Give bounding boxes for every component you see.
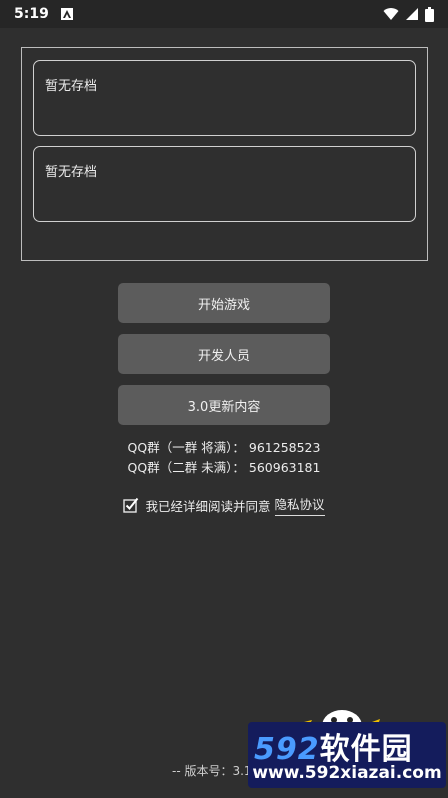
status-bar: 5:19 bbox=[0, 0, 448, 28]
qq-group-1: QQ群（一群 将满）： 961258523 bbox=[127, 440, 321, 455]
agreement-text: 我已经详细阅读并同意 bbox=[145, 498, 271, 514]
main-menu-screen: 5:19 暂无存档 暂无存档 开始游戏 开发人员 3.0更新内容 QQ群（一群 … bbox=[0, 0, 448, 798]
watermark-number: 592 bbox=[254, 732, 320, 767]
battery-icon bbox=[425, 6, 434, 22]
agreement-checkbox[interactable] bbox=[123, 497, 139, 513]
developers-button[interactable]: 开发人员 bbox=[118, 334, 330, 374]
save-slot-label: 暂无存档 bbox=[45, 79, 98, 94]
signal-icon bbox=[406, 8, 418, 20]
app-notification-icon bbox=[60, 8, 73, 20]
save-slot-1[interactable]: 暂无存档 bbox=[33, 60, 416, 136]
watermark-brand: 软件园 bbox=[319, 732, 413, 767]
watermark-logo: 592软件园 www.592xiazai.com bbox=[248, 722, 446, 788]
wifi-icon bbox=[383, 8, 399, 20]
save-panel: 暂无存档 暂无存档 bbox=[21, 47, 428, 261]
agreement-row: 我已经详细阅读并同意 隐私协议 bbox=[0, 494, 448, 516]
privacy-policy-link[interactable]: 隐私协议 bbox=[274, 494, 325, 516]
update-notes-button[interactable]: 3.0更新内容 bbox=[118, 385, 330, 425]
start-game-button[interactable]: 开始游戏 bbox=[118, 283, 330, 323]
save-slot-label: 暂无存档 bbox=[45, 165, 98, 180]
version-label: -- 版本号：3.1 bbox=[172, 764, 252, 778]
status-icons bbox=[383, 6, 434, 22]
qq-group-2: QQ群（二群 未满）： 560963181 bbox=[127, 460, 321, 475]
save-slot-2[interactable]: 暂无存档 bbox=[33, 146, 416, 222]
watermark-url: www.592xiazai.com bbox=[252, 763, 442, 783]
status-time: 5:19 bbox=[14, 6, 49, 22]
